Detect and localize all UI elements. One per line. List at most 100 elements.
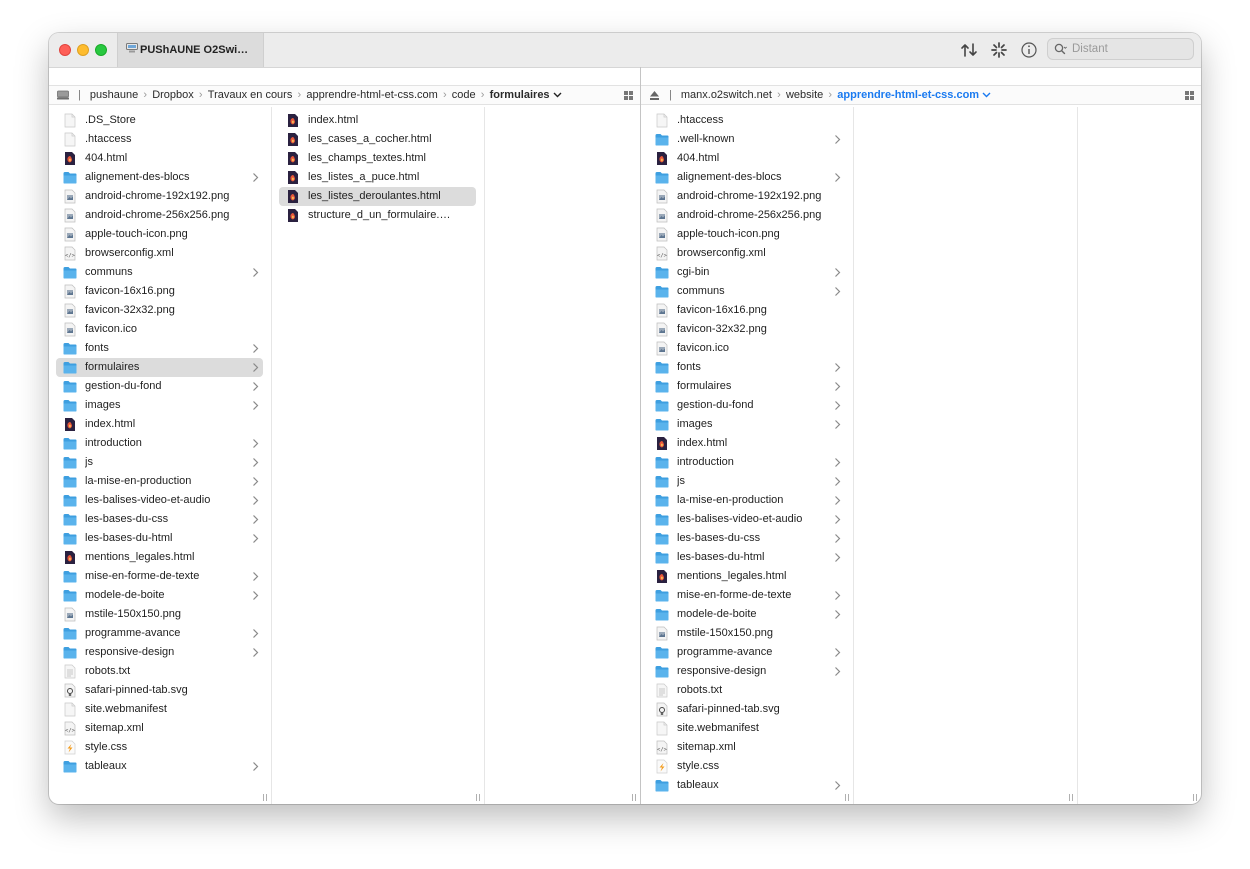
folder-item[interactable]: .well-known — [648, 130, 845, 149]
close-button[interactable] — [59, 44, 71, 56]
file-item[interactable]: les_cases_a_cocher.html — [279, 130, 476, 149]
folder-item[interactable]: introduction — [56, 434, 263, 453]
folder-item[interactable]: les-bases-du-css — [56, 510, 263, 529]
file-item[interactable]: mstile-150x150.png — [56, 605, 263, 624]
folder-item[interactable]: les-bases-du-html — [56, 529, 263, 548]
folder-item[interactable]: tableaux — [648, 776, 845, 795]
breadcrumb-item[interactable]: website — [786, 89, 823, 101]
folder-item[interactable]: alignement-des-blocs — [648, 168, 845, 187]
column-resize-handle[interactable] — [631, 794, 637, 801]
folder-item[interactable]: tableaux — [56, 757, 263, 776]
folder-item[interactable]: images — [56, 396, 263, 415]
file-item[interactable]: </> browserconfig.xml — [56, 244, 263, 263]
folder-item[interactable]: responsive-design — [648, 662, 845, 681]
file-item[interactable]: mstile-150x150.png — [648, 624, 845, 643]
folder-item[interactable]: les-balises-video-et-audio — [56, 491, 263, 510]
file-item[interactable]: favicon-16x16.png — [56, 282, 263, 301]
file-item[interactable]: mentions_legales.html — [648, 567, 845, 586]
file-item[interactable]: site.webmanifest — [56, 700, 263, 719]
file-item[interactable]: les_listes_a_puce.html — [279, 168, 476, 187]
file-item[interactable]: .DS_Store — [56, 111, 263, 130]
activity-spinner-icon[interactable] — [990, 41, 1008, 59]
view-options-icon[interactable] — [624, 91, 633, 100]
zoom-button[interactable] — [95, 44, 107, 56]
folder-item[interactable]: la-mise-en-production — [56, 472, 263, 491]
file-item[interactable]: les_champs_textes.html — [279, 149, 476, 168]
sync-arrows-icon[interactable] — [960, 41, 978, 59]
folder-item[interactable]: communs — [648, 282, 845, 301]
folder-item[interactable]: js — [648, 472, 845, 491]
file-item[interactable]: safari-pinned-tab.svg — [648, 700, 845, 719]
minimize-button[interactable] — [77, 44, 89, 56]
file-item[interactable]: mentions_legales.html — [56, 548, 263, 567]
folder-item[interactable]: introduction — [648, 453, 845, 472]
folder-item[interactable]: gestion-du-fond — [56, 377, 263, 396]
folder-item[interactable]: les-bases-du-html — [648, 548, 845, 567]
breadcrumb-item[interactable]: code — [452, 89, 476, 101]
column-resize-handle[interactable] — [1068, 794, 1074, 801]
breadcrumb-item[interactable]: manx.o2switch.net — [681, 89, 772, 101]
folder-item[interactable]: formulaires — [56, 358, 263, 377]
folder-item[interactable]: mise-en-forme-de-texte — [648, 586, 845, 605]
info-icon[interactable] — [1020, 41, 1038, 59]
folder-item[interactable]: les-bases-du-css — [648, 529, 845, 548]
chevron-down-icon[interactable] — [553, 91, 562, 99]
file-item[interactable]: .htaccess — [648, 111, 845, 130]
column-resize-handle[interactable] — [475, 794, 481, 801]
file-item[interactable]: android-chrome-256x256.png — [56, 206, 263, 225]
folder-item[interactable]: js — [56, 453, 263, 472]
chevron-down-icon[interactable] — [982, 91, 991, 99]
column-resize-handle[interactable] — [262, 794, 268, 801]
remote-current-folder[interactable]: apprendre-html-et-css.com — [837, 89, 979, 101]
file-item[interactable]: safari-pinned-tab.svg — [56, 681, 263, 700]
file-item[interactable]: index.html — [648, 434, 845, 453]
file-item[interactable]: android-chrome-256x256.png — [648, 206, 845, 225]
breadcrumb-item[interactable]: apprendre-html-et-css.com — [306, 89, 437, 101]
file-item[interactable]: structure_d_un_formulaire.ht… — [279, 206, 476, 225]
folder-item[interactable]: communs — [56, 263, 263, 282]
file-item[interactable]: index.html — [279, 111, 476, 130]
file-item[interactable]: style.css — [56, 738, 263, 757]
file-item[interactable]: </> browserconfig.xml — [648, 244, 845, 263]
file-item[interactable]: apple-touch-icon.png — [648, 225, 845, 244]
file-item[interactable]: </> sitemap.xml — [648, 738, 845, 757]
file-item[interactable]: les_listes_deroulantes.html — [279, 187, 476, 206]
search-input[interactable] — [1070, 42, 1189, 56]
folder-item[interactable]: programme-avance — [56, 624, 263, 643]
folder-item[interactable]: la-mise-en-production — [648, 491, 845, 510]
connection-tab[interactable]: PUShAUNE O2Swi… — [117, 33, 264, 67]
file-item[interactable]: favicon-32x32.png — [56, 301, 263, 320]
folder-item[interactable]: modele-de-boite — [56, 586, 263, 605]
file-item[interactable]: android-chrome-192x192.png — [56, 187, 263, 206]
search-field[interactable] — [1047, 38, 1194, 60]
file-item[interactable]: 404.html — [56, 149, 263, 168]
folder-item[interactable]: alignement-des-blocs — [56, 168, 263, 187]
folder-item[interactable]: modele-de-boite — [648, 605, 845, 624]
file-item[interactable]: favicon-32x32.png — [648, 320, 845, 339]
folder-item[interactable]: les-balises-video-et-audio — [648, 510, 845, 529]
file-item[interactable]: robots.txt — [648, 681, 845, 700]
file-item[interactable]: site.webmanifest — [648, 719, 845, 738]
eject-icon[interactable] — [649, 90, 660, 101]
column-resize-handle[interactable] — [844, 794, 850, 801]
file-item[interactable]: favicon.ico — [56, 320, 263, 339]
folder-item[interactable]: programme-avance — [648, 643, 845, 662]
folder-item[interactable]: images — [648, 415, 845, 434]
breadcrumb-item[interactable]: pushaune — [90, 89, 138, 101]
folder-item[interactable]: gestion-du-fond — [648, 396, 845, 415]
folder-item[interactable]: mise-en-forme-de-texte — [56, 567, 263, 586]
file-item[interactable]: android-chrome-192x192.png — [648, 187, 845, 206]
file-item[interactable]: .htaccess — [56, 130, 263, 149]
file-item[interactable]: robots.txt — [56, 662, 263, 681]
column-resize-handle[interactable] — [1192, 794, 1198, 801]
file-item[interactable]: apple-touch-icon.png — [56, 225, 263, 244]
folder-item[interactable]: fonts — [56, 339, 263, 358]
folder-item[interactable]: formulaires — [648, 377, 845, 396]
file-item[interactable]: favicon.ico — [648, 339, 845, 358]
breadcrumb-item[interactable]: Travaux en cours — [208, 89, 293, 101]
local-current-folder[interactable]: formulaires — [490, 89, 550, 101]
file-item[interactable]: </> sitemap.xml — [56, 719, 263, 738]
file-item[interactable]: style.css — [648, 757, 845, 776]
view-options-icon[interactable] — [1185, 91, 1194, 100]
folder-item[interactable]: responsive-design — [56, 643, 263, 662]
